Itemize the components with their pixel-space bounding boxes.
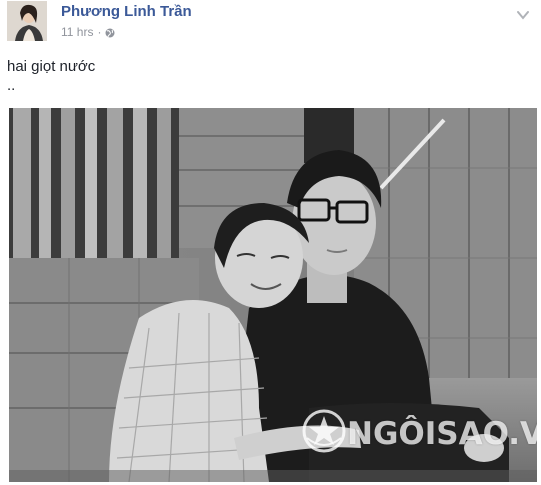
- watermark: NGÔISAO.VN: [301, 408, 537, 459]
- post-photo[interactable]: NGÔISAO.VN: [9, 108, 537, 482]
- globe-icon[interactable]: [105, 27, 115, 38]
- meta-separator: ·: [97, 25, 102, 39]
- chevron-down-icon[interactable]: [517, 7, 529, 20]
- post-timestamp[interactable]: 11 hrs: [61, 25, 93, 39]
- post-text-line: hai giọt nước: [7, 58, 96, 75]
- post-text-line: ..: [7, 77, 16, 94]
- watermark-text: NGÔISAO.VN: [347, 415, 537, 452]
- facebook-post: Phương Linh Trần 11 hrs · hai giọt nước …: [0, 0, 541, 485]
- author-name[interactable]: Phương Linh Trần: [61, 3, 192, 20]
- avatar[interactable]: [7, 1, 47, 41]
- star-badge-icon: [301, 408, 347, 459]
- post-meta: 11 hrs ·: [61, 25, 115, 39]
